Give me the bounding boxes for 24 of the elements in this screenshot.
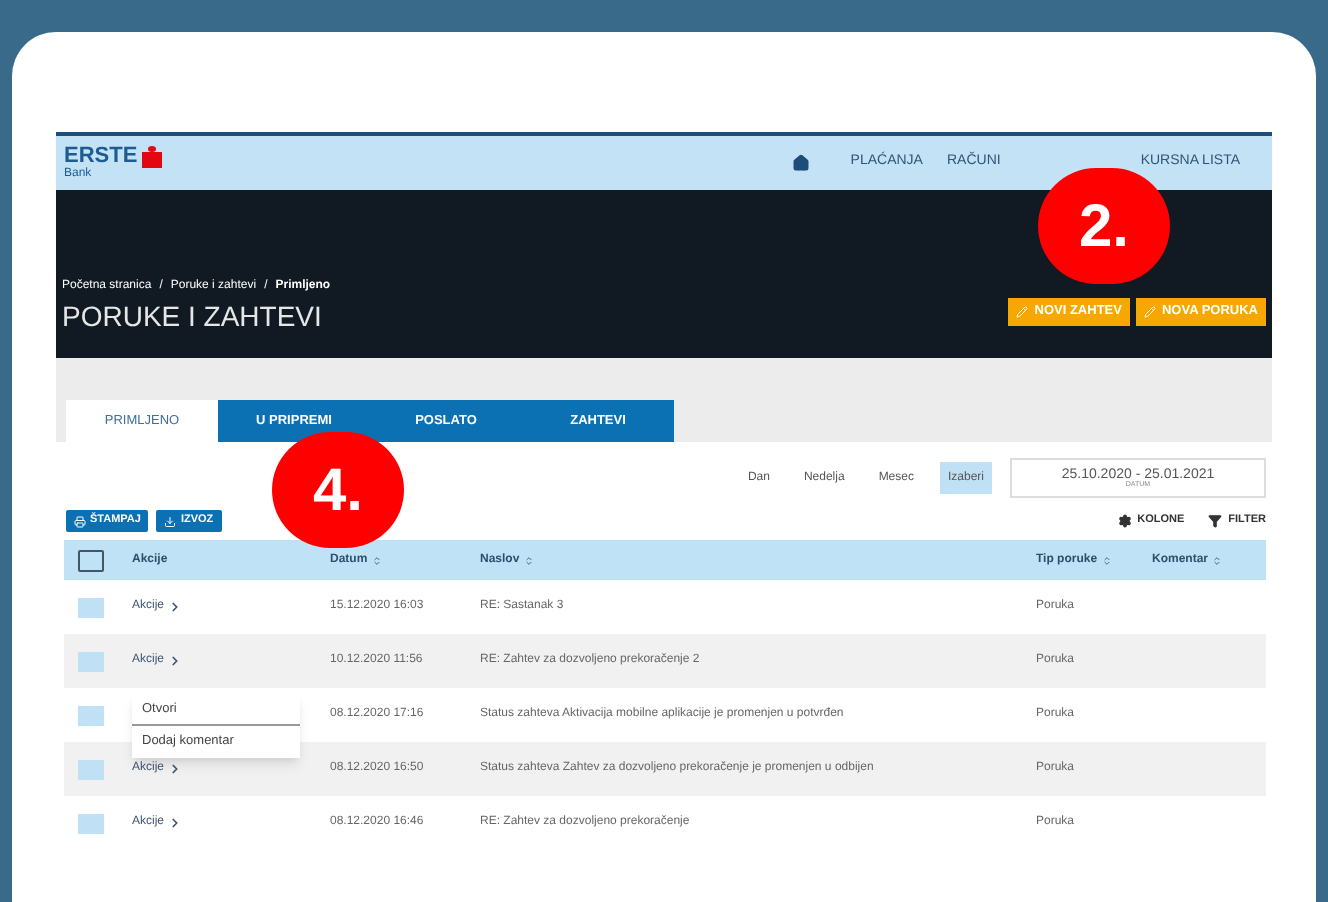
download-icon <box>164 515 177 527</box>
logo-text: ERSTE <box>64 146 138 168</box>
sort-icon <box>1212 555 1223 565</box>
chevron-icon <box>168 762 183 776</box>
settings-icon <box>1117 514 1132 528</box>
pencil-icon <box>1143 306 1156 318</box>
sort-icon <box>1101 555 1112 565</box>
row-checkbox[interactable] <box>78 813 104 833</box>
chevron-icon <box>168 816 183 830</box>
chevron-icon <box>168 654 183 668</box>
home-icon[interactable] <box>792 154 811 172</box>
select-all-checkbox[interactable] <box>78 549 104 571</box>
printer-icon <box>74 515 86 527</box>
page-title: PORUKE I ZAHTEVI <box>62 302 324 330</box>
row-checkbox[interactable] <box>78 597 104 617</box>
logo-icon <box>141 146 162 168</box>
row-checkbox[interactable] <box>78 705 104 725</box>
filter-icon <box>1208 514 1223 528</box>
row-checkbox[interactable] <box>78 651 104 671</box>
sort-icon <box>523 555 534 565</box>
chevron-icon <box>168 600 183 614</box>
pencil-icon <box>1016 306 1029 318</box>
row-checkbox[interactable] <box>78 759 104 779</box>
sort-icon <box>371 555 382 565</box>
